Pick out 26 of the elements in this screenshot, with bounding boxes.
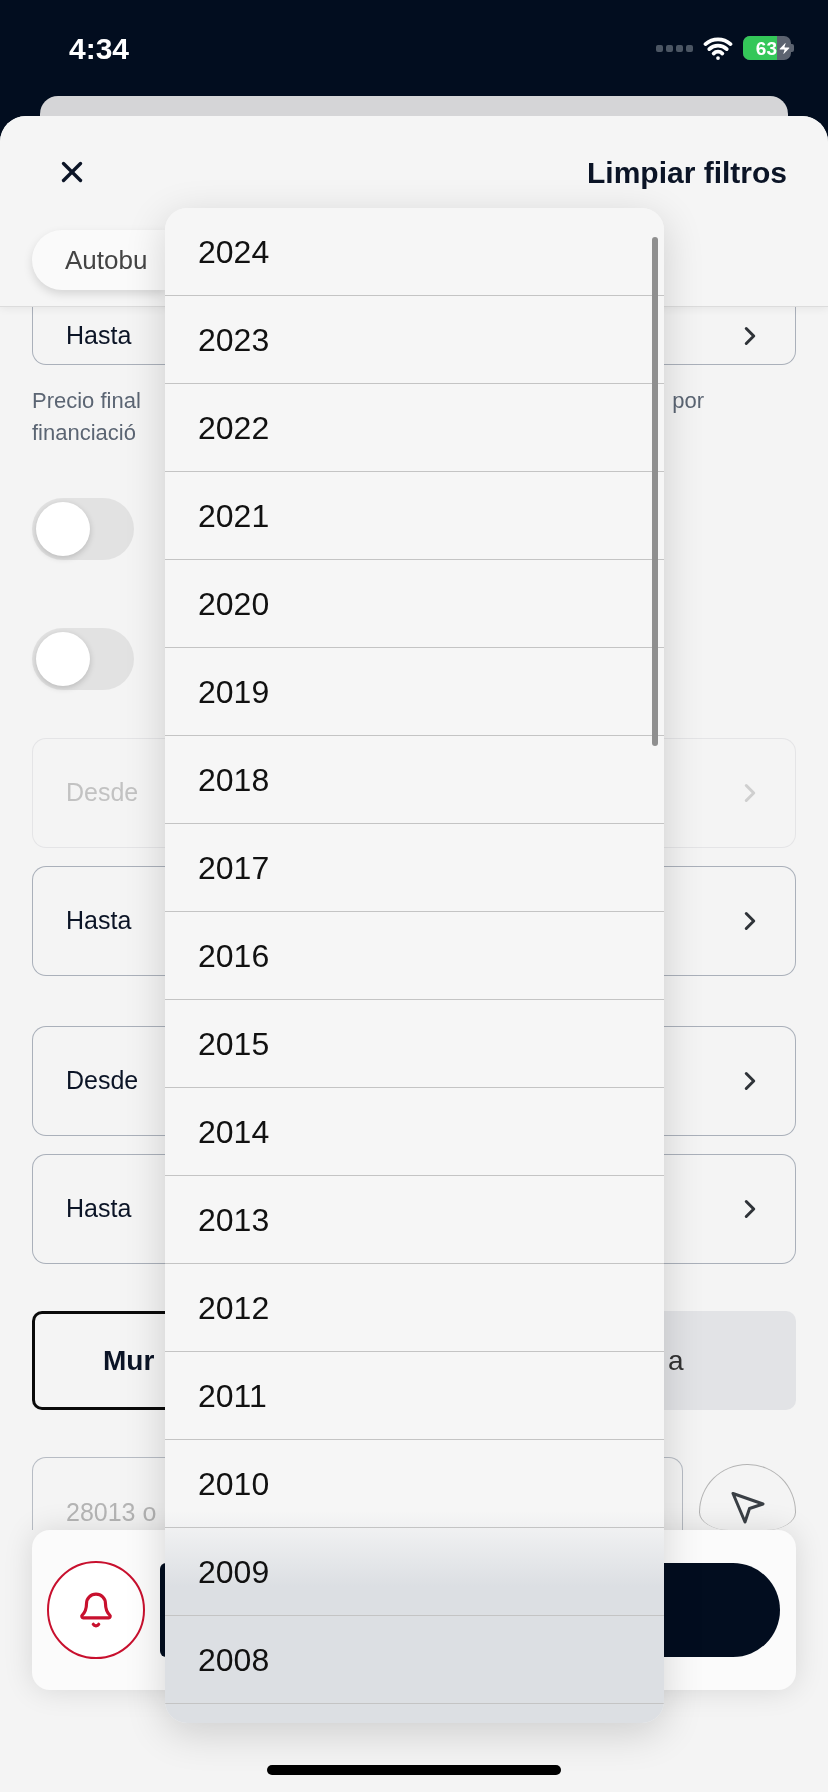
postal-code-input[interactable]: 28013 o: [32, 1457, 165, 1530]
signal-icon: [656, 44, 693, 52]
year-option[interactable]: 2014: [165, 1088, 664, 1176]
clear-filters-button[interactable]: Limpiar filtros: [586, 149, 787, 195]
year-option[interactable]: 2017: [165, 824, 664, 912]
year-option[interactable]: 2013: [165, 1176, 664, 1264]
year-option[interactable]: 2012: [165, 1264, 664, 1352]
toggle-switch[interactable]: [32, 498, 134, 560]
year-option[interactable]: 2011: [165, 1352, 664, 1440]
price-note-text: por: [672, 387, 704, 415]
year-option[interactable]: 2015: [165, 1000, 664, 1088]
battery-percentage: 63: [755, 38, 777, 58]
charging-bolt-icon: [777, 41, 791, 55]
location-mode-tab[interactable]: a: [664, 1311, 796, 1410]
year-option[interactable]: 2009: [165, 1528, 664, 1616]
year-option[interactable]: 2008: [165, 1616, 664, 1704]
status-time: 4:34: [69, 30, 130, 67]
navigation-arrow-icon: [729, 1489, 766, 1525]
price-note-text: Precio final financiació: [32, 387, 141, 447]
year-option[interactable]: 2018: [165, 736, 664, 824]
year-option[interactable]: 2016: [165, 912, 664, 1000]
category-chip[interactable]: Autobu: [32, 230, 165, 290]
bell-icon: [77, 1591, 115, 1629]
year-option[interactable]: 2010: [165, 1440, 664, 1528]
action-button[interactable]: [664, 1563, 780, 1657]
toggle-switch[interactable]: [32, 628, 134, 690]
